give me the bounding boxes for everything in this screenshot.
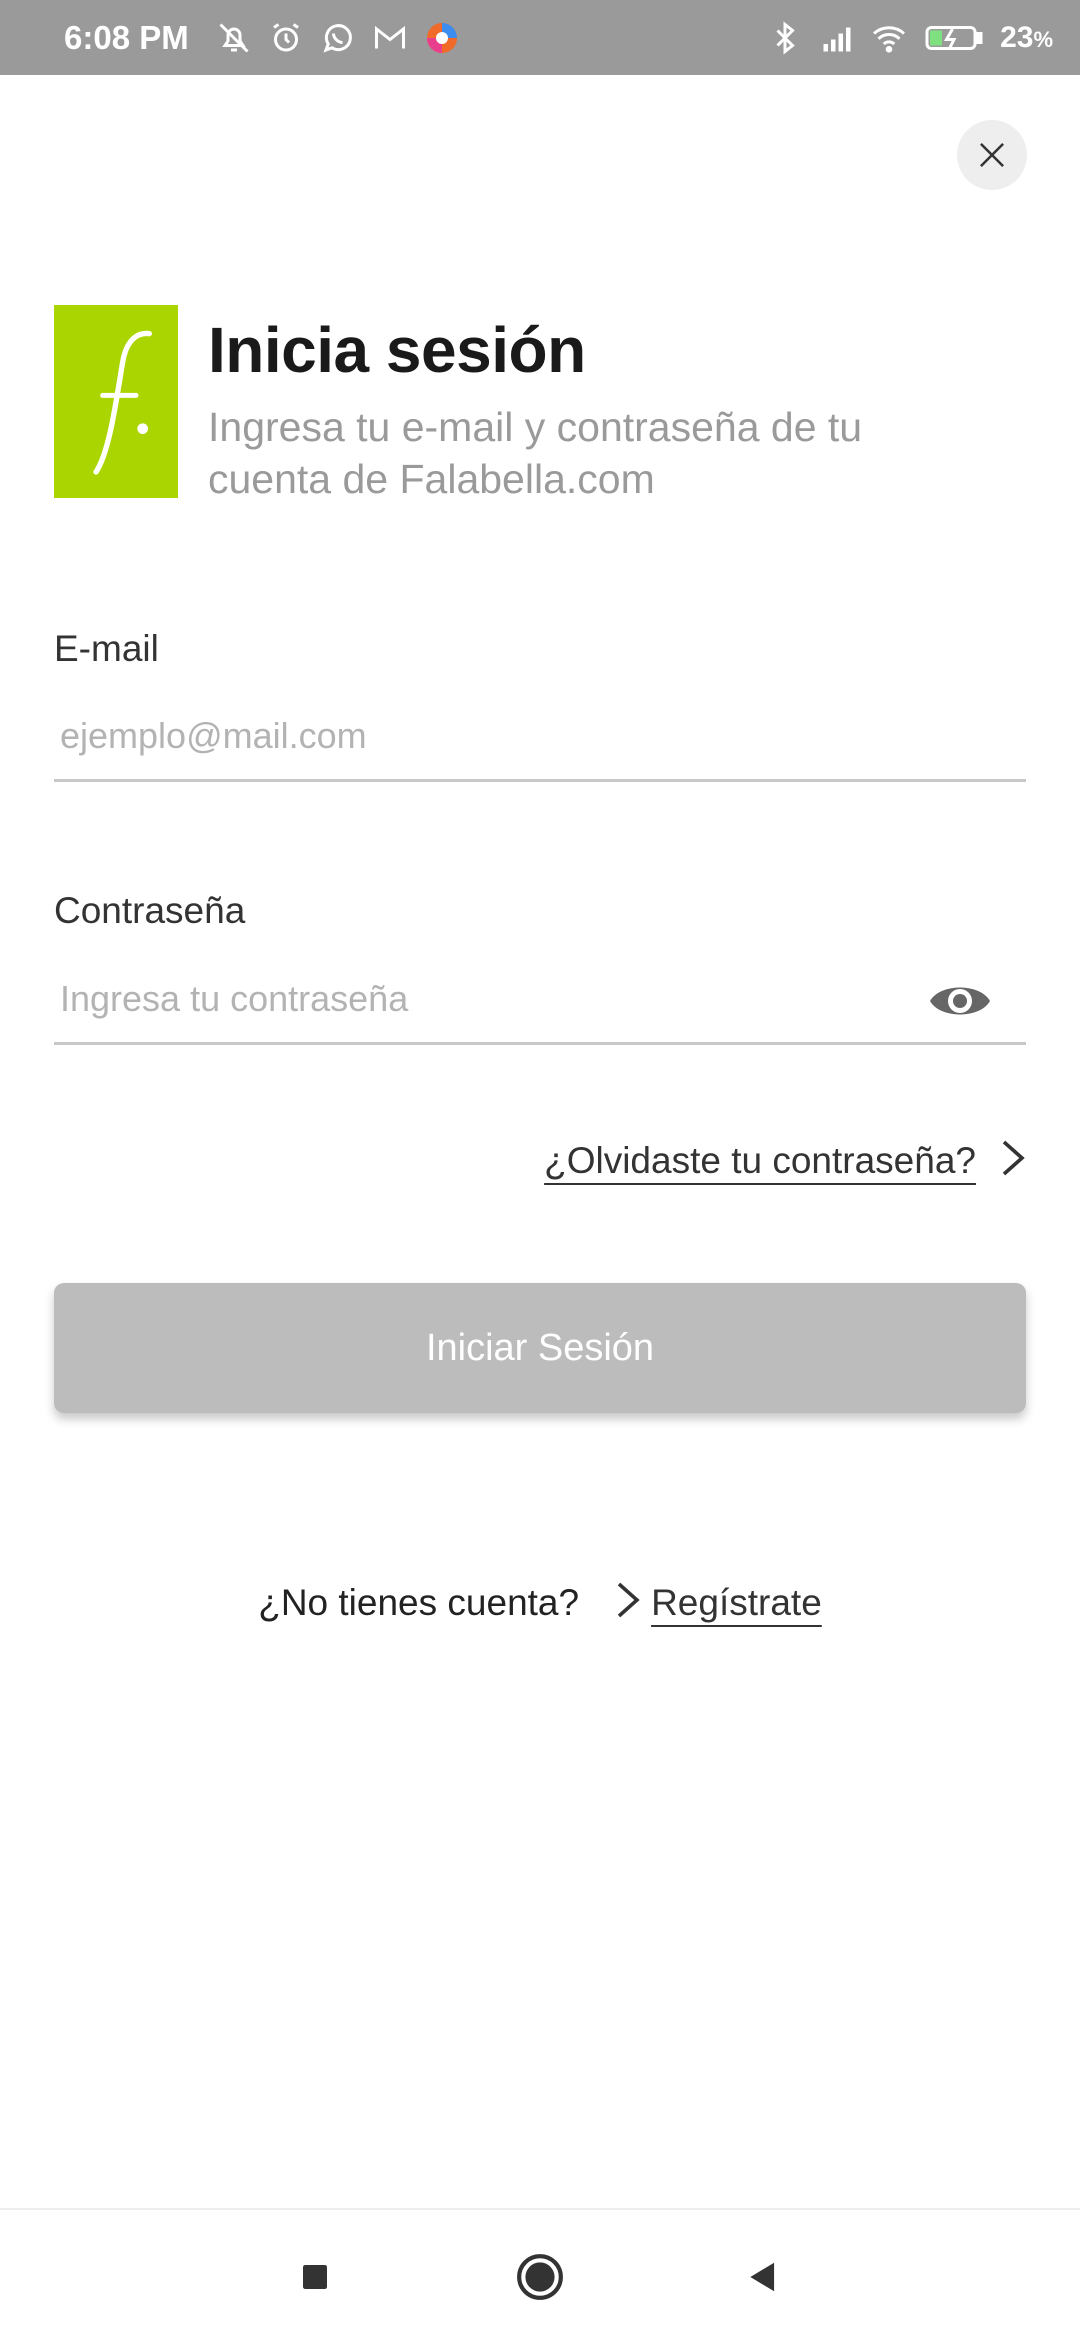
whatsapp-icon — [319, 19, 357, 57]
home-circle-icon — [517, 2254, 563, 2300]
chevron-right-icon — [615, 1580, 641, 1625]
password-field[interactable] — [54, 977, 1026, 1020]
password-label: Contraseña — [54, 890, 246, 931]
close-icon — [980, 143, 1004, 167]
forgot-password-row[interactable]: ¿Olvidaste tu contraseña? — [544, 1138, 1026, 1183]
page-subtitle: Ingresa tu e-mail y contraseña de tu cue… — [208, 404, 863, 502]
status-bar: 6:08 PM 23% — [0, 0, 1080, 75]
recents-button[interactable] — [290, 2252, 340, 2302]
signal-icon — [818, 19, 856, 57]
password-field-container — [54, 955, 1026, 1045]
page-title: Inicia sesión — [208, 314, 586, 386]
email-field[interactable] — [54, 714, 1026, 757]
login-header: Inicia sesión Ingresa tu e-mail y contra… — [54, 305, 1034, 505]
register-row: ¿No tienes cuenta? Regístrate — [0, 1580, 1080, 1625]
forgot-password-link[interactable]: ¿Olvidaste tu contraseña? — [544, 1140, 976, 1182]
status-bar-right: 23% — [766, 19, 1053, 57]
status-bar-left: 6:08 PM — [64, 19, 461, 57]
login-button[interactable]: Iniciar Sesión — [54, 1283, 1026, 1413]
email-label: E-mail — [54, 628, 159, 669]
close-button[interactable] — [957, 120, 1027, 190]
system-navigation-bar — [0, 2208, 1080, 2340]
battery-percentage: 23% — [1000, 20, 1053, 54]
header-text: Inicia sesión Ingresa tu e-mail y contra… — [208, 313, 968, 505]
back-button[interactable] — [738, 2252, 788, 2302]
wifi-icon — [870, 19, 908, 57]
chevron-right-icon — [1000, 1138, 1026, 1183]
email-field-container — [54, 692, 1026, 782]
notifications-off-icon — [215, 19, 253, 57]
falabella-logo — [54, 305, 178, 498]
back-triangle-icon — [750, 2262, 775, 2292]
recents-square-icon — [303, 2265, 327, 2289]
home-button[interactable] — [515, 2252, 565, 2302]
browser-icon — [423, 19, 461, 57]
gmail-icon — [371, 19, 409, 57]
alarm-icon — [267, 19, 305, 57]
status-time: 6:08 PM — [64, 18, 189, 56]
register-link[interactable]: Regístrate — [651, 1582, 822, 1624]
battery-charging-icon — [922, 19, 986, 57]
show-password-icon[interactable] — [928, 979, 992, 1023]
no-account-text: ¿No tienes cuenta? — [258, 1581, 580, 1623]
bluetooth-icon — [766, 19, 804, 57]
